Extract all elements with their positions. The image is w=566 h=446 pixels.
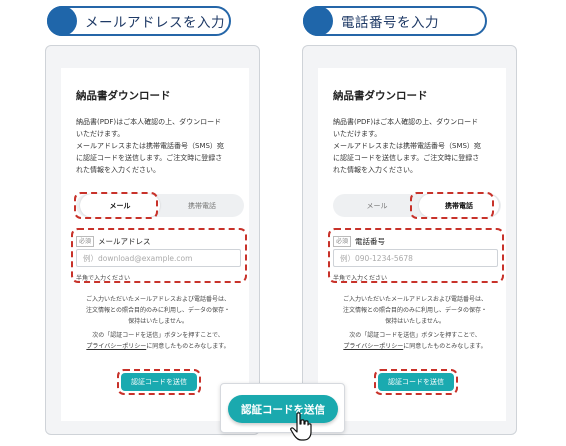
highlight-phone-tab	[410, 192, 494, 219]
phone-panel: 納品書ダウンロード 納品書(PDF)はご本人確認の上、ダウンロード いただけます…	[302, 45, 517, 435]
privacy-notice: ご入力いただいたメールアドレスおよび電話番号は、 注文情報との照合目的のみに利用…	[326, 294, 504, 327]
card-title: 納品書ダウンロード	[333, 90, 428, 102]
privacy-policy-link[interactable]: プライバシーポリシー	[343, 343, 403, 350]
card-description: 納品書(PDF)はご本人確認の上、ダウンロード いただけます。 メールアドレスま…	[333, 116, 501, 176]
header-label: 電話番号を入力	[341, 15, 439, 31]
consent-rest: に同意したものとみなします。	[146, 343, 230, 350]
tab-mail[interactable]: メール	[337, 194, 417, 217]
desc-line: 納品書(PDF)はご本人確認の上、ダウンロード	[333, 118, 479, 126]
card-title: 納品書ダウンロード	[76, 90, 171, 102]
highlight-email-field	[71, 228, 247, 283]
header-circle-icon	[47, 6, 77, 36]
consent-rest: に同意したものとみなします。	[403, 343, 487, 350]
highlight-send-button	[374, 369, 458, 395]
consent-notice: 次の「認証コードを送信」ボタンを押すことで、 プライバシーポリシーに同意したもの…	[326, 330, 504, 352]
notice-line: 注文情報との照合目的のみに利用し、データの保存・	[86, 307, 230, 314]
hand-cursor-icon	[290, 412, 312, 441]
consent-notice: 次の「認証コードを送信」ボタンを押すことで、 プライバシーポリシーに同意したもの…	[69, 330, 247, 352]
highlight-phone-field	[328, 228, 504, 283]
desc-line: れた情報を入力ください。	[333, 166, 417, 174]
notice-line: 保持はいたしません。	[128, 318, 188, 325]
desc-line: 納品書(PDF)はご本人確認の上、ダウンロード	[76, 118, 222, 126]
desc-line: れた情報を入力ください。	[76, 166, 160, 174]
consent-line: 次の「認証コードを送信」ボタンを押すことで、	[349, 332, 481, 339]
privacy-notice: ご入力いただいたメールアドレスおよび電話番号は、 注文情報との照合目的のみに利用…	[69, 294, 247, 327]
desc-line: メールアドレスまたは携帯電話番号（SMS）宛	[333, 142, 481, 150]
notice-line: ご入力いただいたメールアドレスおよび電話番号は、	[85, 296, 230, 303]
tab-phone[interactable]: 携帯電話	[162, 194, 242, 217]
download-card: 納品書ダウンロード 納品書(PDF)はご本人確認の上、ダウンロード いただけます…	[318, 68, 506, 421]
send-code-callout: 認証コードを送信	[220, 383, 345, 433]
notice-line: 保持はいたしません。	[385, 318, 445, 325]
desc-line: に認証コードを送信します。ご注文時に登録さ	[333, 154, 480, 162]
email-panel: 納品書ダウンロード 納品書(PDF)はご本人確認の上、ダウンロード いただけます…	[45, 45, 260, 435]
desc-line: いただけます。	[76, 130, 125, 138]
header-circle-icon	[303, 6, 333, 36]
desc-line: に認証コードを送信します。ご注文時に登録さ	[76, 154, 223, 162]
highlight-send-button	[117, 369, 201, 395]
header-phone-input: 電話番号を入力	[303, 6, 487, 36]
desc-line: メールアドレスまたは携帯電話番号（SMS）宛	[76, 142, 224, 150]
card-description: 納品書(PDF)はご本人確認の上、ダウンロード いただけます。 メールアドレスま…	[76, 116, 244, 176]
highlight-mail-tab	[74, 192, 158, 219]
download-card: 納品書ダウンロード 納品書(PDF)はご本人確認の上、ダウンロード いただけます…	[61, 68, 249, 421]
header-label: メールアドレスを入力	[85, 15, 225, 31]
send-code-big-button[interactable]: 認証コードを送信	[228, 395, 338, 423]
desc-line: いただけます。	[333, 130, 382, 138]
consent-line: 次の「認証コードを送信」ボタンを押すことで、	[92, 332, 224, 339]
header-email-input: メールアドレスを入力	[47, 6, 231, 36]
privacy-policy-link[interactable]: プライバシーポリシー	[86, 343, 146, 350]
notice-line: 注文情報との照合目的のみに利用し、データの保存・	[343, 307, 487, 314]
notice-line: ご入力いただいたメールアドレスおよび電話番号は、	[342, 296, 487, 303]
